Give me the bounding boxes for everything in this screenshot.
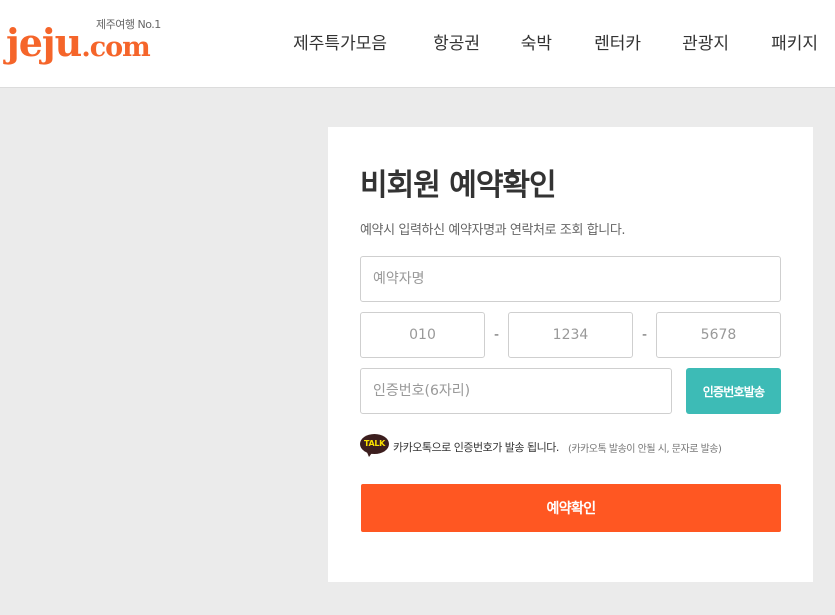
reservation-lookup-card: 비회원 예약확인 예약시 입력하신 예약자명과 연락처로 조회 합니다. - -… — [328, 127, 813, 582]
kakao-talk-label: TALK — [363, 439, 386, 448]
nav-item-flights[interactable]: 항공권 — [433, 31, 480, 57]
logo-wordmark: jeju.com — [6, 24, 151, 63]
phone-part1-input[interactable] — [360, 312, 485, 358]
logo-jeju: jeju — [6, 20, 82, 65]
nav-item-rental-car[interactable]: 렌터카 — [594, 31, 641, 57]
page-title: 비회원 예약확인 — [360, 168, 557, 203]
nav-item-jeju-deals[interactable]: 제주특가모음 — [293, 31, 387, 57]
kakao-message: 카카오톡으로 인증번호가 발송 됩니다. — [393, 441, 559, 454]
kakao-talk-icon: TALK — [360, 434, 389, 458]
verification-code-input[interactable] — [360, 368, 672, 414]
confirm-reservation-button[interactable]: 예약확인 — [361, 484, 781, 532]
nav-item-attractions[interactable]: 관광지 — [682, 31, 729, 57]
nav-item-lodging[interactable]: 숙박 — [521, 31, 552, 57]
send-verification-code-button[interactable]: 인증번호발송 — [686, 368, 781, 414]
site-logo[interactable]: 제주여행 No.1 jeju.com — [6, 14, 166, 74]
logo-dot-com: .com — [81, 32, 150, 63]
phone-separator: - — [493, 327, 500, 343]
reserver-name-input[interactable] — [360, 256, 781, 302]
phone-part2-input[interactable] — [508, 312, 633, 358]
site-header: 제주여행 No.1 jeju.com 제주특가모음 항공권 숙박 렌터카 관광지… — [0, 0, 835, 88]
phone-separator: - — [641, 327, 648, 343]
kakao-talk-tail — [366, 450, 374, 457]
page-subtitle: 예약시 입력하신 예약자명과 연락처로 조회 합니다. — [360, 223, 626, 238]
kakao-fallback-note: (카카오톡 발송이 안될 시, 문자로 발송) — [568, 444, 722, 455]
nav-item-packages[interactable]: 패키지 — [771, 31, 818, 57]
phone-part3-input[interactable] — [656, 312, 781, 358]
